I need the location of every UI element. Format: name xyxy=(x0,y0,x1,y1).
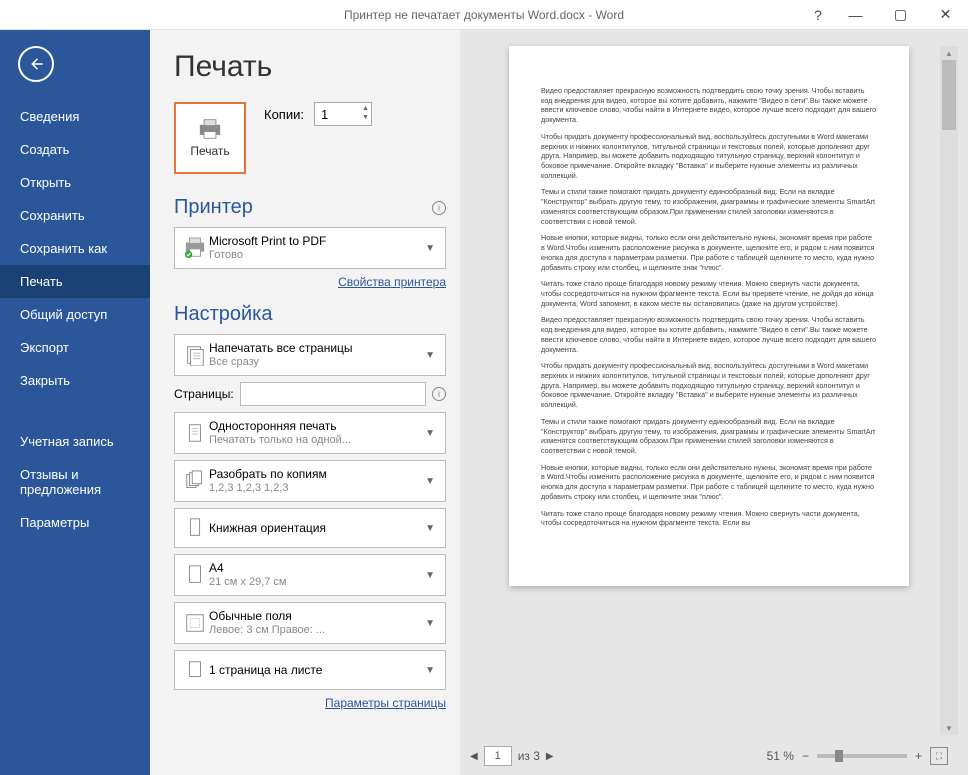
opt-sub: 21 см x 29,7 см xyxy=(209,576,421,589)
printer-icon xyxy=(196,118,224,140)
opt-sub: Печатать только на одной... xyxy=(209,434,421,447)
collate-dropdown[interactable]: Разобрать по копиям1,2,3 1,2,3 1,2,3 ▼ xyxy=(174,460,446,502)
scroll-down-icon[interactable]: ▼ xyxy=(940,721,958,735)
printer-dropdown[interactable]: Microsoft Print to PDF Готово ▼ xyxy=(174,227,446,269)
scroll-up-icon[interactable]: ▲ xyxy=(940,46,958,60)
chevron-down-icon: ▼ xyxy=(421,570,439,581)
chevron-down-icon: ▼ xyxy=(421,665,439,676)
page-number-input[interactable]: 1 xyxy=(484,746,512,766)
chevron-down-icon: ▼ xyxy=(421,476,439,487)
pages-label: Страницы: xyxy=(174,387,234,401)
minimize-icon[interactable]: — xyxy=(833,0,878,30)
sidebar-item-account[interactable]: Учетная запись xyxy=(0,425,150,458)
opt-title: Напечатать все страницы xyxy=(209,341,421,355)
close-icon[interactable]: ✕ xyxy=(923,0,968,30)
sidebar-item-new[interactable]: Создать xyxy=(0,133,150,166)
print-what-dropdown[interactable]: Напечатать все страницыВсе сразу ▼ xyxy=(174,334,446,376)
chevron-down-icon: ▼ xyxy=(421,428,439,439)
prev-page-button[interactable]: ◀ xyxy=(470,751,478,762)
zoom-slider-knob[interactable] xyxy=(835,750,843,762)
opt-title: Односторонняя печать xyxy=(209,419,421,433)
opt-sub: 1,2,3 1,2,3 1,2,3 xyxy=(209,482,421,495)
preview-page: Видео предоставляет прекрасную возможнос… xyxy=(509,46,909,586)
opt-sub: Все сразу xyxy=(209,356,421,369)
printer-status-icon xyxy=(181,237,209,259)
vertical-scrollbar[interactable]: ▲ ▼ xyxy=(940,46,958,735)
copies-value: 1 xyxy=(321,107,328,122)
print-button[interactable]: Печать xyxy=(174,102,246,174)
scrollbar-thumb[interactable] xyxy=(942,60,956,130)
pages-input[interactable] xyxy=(240,382,426,406)
opt-title: Книжная ориентация xyxy=(209,521,421,535)
page-size-icon xyxy=(181,564,209,586)
portrait-icon xyxy=(181,517,209,539)
page-count-label: из 3 xyxy=(518,749,540,763)
opt-title: A4 xyxy=(209,561,421,575)
sidebar-item-print[interactable]: Печать xyxy=(0,265,150,298)
title-controls: ? — ▢ ✕ xyxy=(743,0,968,30)
print-preview: Видео предоставляет прекрасную возможнос… xyxy=(460,30,968,775)
chevron-down-icon: ▼ xyxy=(421,618,439,629)
spinner-arrows-icon[interactable]: ▲▼ xyxy=(362,104,369,122)
margins-icon xyxy=(181,612,209,634)
opt-title: Разобрать по копиям xyxy=(209,467,421,481)
chevron-down-icon: ▼ xyxy=(421,350,439,361)
info-icon[interactable]: i xyxy=(432,387,446,401)
print-button-label: Печать xyxy=(190,144,229,158)
orientation-dropdown[interactable]: Книжная ориентация ▼ xyxy=(174,508,446,548)
margins-dropdown[interactable]: Обычные поляЛевое: 3 см Правое: ... ▼ xyxy=(174,602,446,644)
pages-all-icon xyxy=(181,344,209,366)
titlebar: Принтер не печатает документы Word.docx … xyxy=(0,0,968,30)
sidebar-item-options[interactable]: Параметры xyxy=(0,506,150,539)
backstage-sidebar: Сведения Создать Открыть Сохранить Сохра… xyxy=(0,30,150,775)
sidebar-item-export[interactable]: Экспорт xyxy=(0,331,150,364)
copies-input[interactable]: 1 ▲▼ xyxy=(314,102,372,126)
printer-status: Готово xyxy=(209,249,421,262)
settings-section-header: Настройка xyxy=(174,303,272,326)
next-page-button[interactable]: ▶ xyxy=(546,751,554,762)
zoom-label: 51 % xyxy=(767,749,794,763)
help-icon[interactable]: ? xyxy=(803,0,833,30)
zoom-slider[interactable] xyxy=(817,754,907,758)
opt-title: Обычные поля xyxy=(209,609,421,623)
one-sided-icon xyxy=(181,422,209,444)
paper-size-dropdown[interactable]: A421 см x 29,7 см ▼ xyxy=(174,554,446,596)
copies-label: Копии: xyxy=(264,107,304,122)
sidebar-item-info[interactable]: Сведения xyxy=(0,100,150,133)
printer-properties-link[interactable]: Свойства принтера xyxy=(338,275,446,289)
fit-to-page-button[interactable]: ⛶ xyxy=(930,747,948,765)
sidebar-item-save[interactable]: Сохранить xyxy=(0,199,150,232)
one-per-sheet-icon xyxy=(181,659,209,681)
pages-per-sheet-dropdown[interactable]: 1 страница на листе ▼ xyxy=(174,650,446,690)
back-button[interactable] xyxy=(18,46,54,82)
zoom-out-button[interactable]: − xyxy=(802,749,809,763)
opt-sub: Левое: 3 см Правое: ... xyxy=(209,624,421,637)
sidebar-item-close[interactable]: Закрыть xyxy=(0,364,150,397)
sidebar-item-open[interactable]: Открыть xyxy=(0,166,150,199)
window-title: Принтер не печатает документы Word.docx … xyxy=(344,8,624,22)
sides-dropdown[interactable]: Односторонняя печатьПечатать только на о… xyxy=(174,412,446,454)
printer-name: Microsoft Print to PDF xyxy=(209,234,421,248)
page-setup-link[interactable]: Параметры страницы xyxy=(325,696,446,710)
page-title: Печать xyxy=(174,50,446,84)
sidebar-item-feedback[interactable]: Отзывы и предложения xyxy=(0,458,150,506)
print-panel: Печать Печать Копии: 1 ▲▼ Принте xyxy=(150,30,460,775)
chevron-down-icon: ▼ xyxy=(421,523,439,534)
zoom-in-button[interactable]: + xyxy=(915,749,922,763)
arrow-left-icon xyxy=(27,55,45,73)
info-icon[interactable]: i xyxy=(432,201,446,215)
maximize-icon[interactable]: ▢ xyxy=(878,0,923,30)
opt-title: 1 страница на листе xyxy=(209,663,421,677)
sidebar-item-saveas[interactable]: Сохранить как xyxy=(0,232,150,265)
chevron-down-icon: ▼ xyxy=(421,243,439,254)
collate-icon xyxy=(181,470,209,492)
sidebar-item-share[interactable]: Общий доступ xyxy=(0,298,150,331)
printer-section-header: Принтер xyxy=(174,196,253,219)
